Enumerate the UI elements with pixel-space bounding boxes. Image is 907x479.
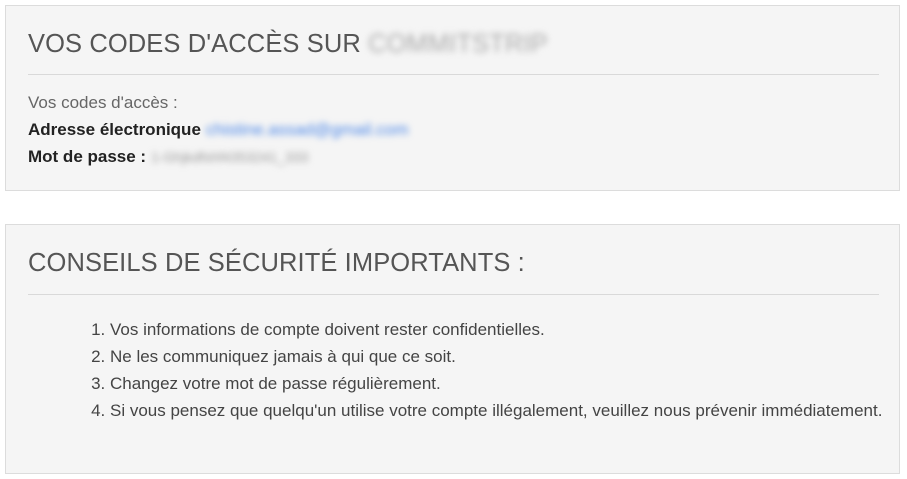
credentials-title-text: VOS CODES D'ACCÈS SUR — [28, 30, 361, 58]
email-row: Adresse électronique chistine.assad@gmail… — [28, 116, 408, 143]
tip-item: Si vous pensez que quelqu'un utilise vot… — [110, 397, 890, 424]
tip-item: Vos informations de compte doivent reste… — [110, 316, 890, 343]
email-link[interactable]: chistine.assad@gmail.com — [206, 116, 408, 143]
security-divider — [28, 294, 879, 295]
credentials-panel: VOS CODES D'ACCÈS SUR COMMITSTRIP Vos co… — [5, 5, 900, 191]
tip-item: Changez votre mot de passe régulièrement… — [110, 370, 890, 397]
tip-item: Ne les communiquez jamais à qui que ce s… — [110, 343, 890, 370]
credentials-title: VOS CODES D'ACCÈS SUR COMMITSTRIP — [28, 30, 548, 59]
security-tips-list: Vos informations de compte doivent reste… — [88, 316, 890, 424]
security-title: CONSEILS DE SÉCURITÉ IMPORTANTS : — [28, 249, 525, 277]
email-label: Adresse électronique — [28, 120, 201, 139]
credentials-divider — [28, 74, 879, 75]
password-row: Mot de passe :1-Ghjkdfshf4353241_333 — [28, 143, 408, 171]
password-label: Mot de passe : — [28, 147, 147, 166]
password-value: 1-Ghjkdfshf4353241_333 — [151, 149, 309, 165]
security-tips-panel: CONSEILS DE SÉCURITÉ IMPORTANTS : Vos in… — [5, 224, 900, 474]
credentials-intro: Vos codes d'accès : — [28, 93, 178, 112]
credentials-details: Vos codes d'accès : Adresse électronique… — [28, 89, 408, 171]
site-name-redacted: COMMITSTRIP — [368, 30, 548, 58]
